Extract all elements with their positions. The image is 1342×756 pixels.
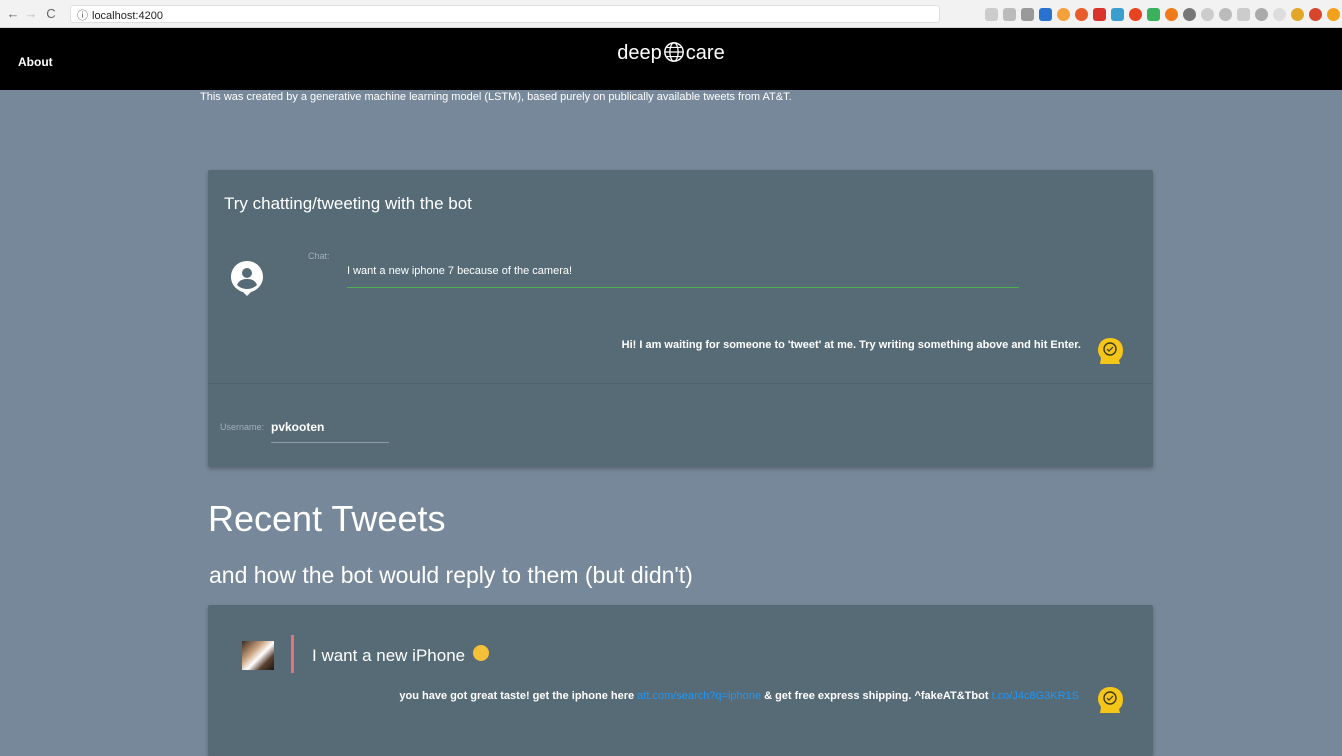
url-text: localhost:4200 <box>92 10 163 22</box>
chat-label: Chat: <box>308 251 330 261</box>
forward-icon[interactable]: → <box>24 6 38 21</box>
username-label: Username: <box>220 422 265 432</box>
back-icon[interactable]: ← <box>6 6 20 21</box>
tweet-card: I want a new iPhone you have got great t… <box>208 605 1153 756</box>
tweet-text: I want a new iPhone <box>312 646 466 665</box>
page-description: This was created by a generative machine… <box>200 91 792 103</box>
reload-icon[interactable]: C <box>44 6 58 21</box>
reply-link-short[interactable]: t.co/J4c8G3KR1S <box>992 690 1079 702</box>
extension-icon[interactable] <box>1057 7 1070 21</box>
extension-icon[interactable] <box>1327 7 1340 21</box>
username-input[interactable] <box>271 415 389 443</box>
extension-icon[interactable] <box>1147 7 1160 21</box>
extension-icon[interactable] <box>1165 7 1178 21</box>
extension-icon[interactable] <box>1273 7 1286 21</box>
bot-message: Hi! I am waiting for someone to 'tweet' … <box>621 339 1081 351</box>
star-icon[interactable] <box>1003 7 1016 21</box>
extension-icon[interactable] <box>1111 7 1124 21</box>
extension-icon[interactable] <box>1219 7 1232 21</box>
extension-icon[interactable] <box>1255 7 1268 21</box>
tweet-quote-bar <box>291 635 294 673</box>
chat-card-title: Try chatting/tweeting with the bot <box>224 194 472 213</box>
bot-reply: you have got great taste! get the iphone… <box>399 690 1079 702</box>
extension-icon[interactable] <box>1309 7 1322 21</box>
disappointed-face-icon <box>472 645 489 661</box>
globe-icon <box>663 42 684 62</box>
recent-tweets-subheading: and how the bot would reply to them (but… <box>209 562 693 588</box>
logo-text-right: care <box>685 42 725 64</box>
recent-tweets-heading: Recent Tweets <box>208 498 446 539</box>
extension-icon[interactable] <box>1291 7 1304 21</box>
extension-icon[interactable] <box>1183 7 1196 21</box>
tweet-text-row: I want a new iPhone <box>312 645 489 666</box>
extension-icon[interactable] <box>1237 7 1250 21</box>
extension-icon[interactable] <box>1075 7 1088 21</box>
browser-toolbar: ← → C ⓘ localhost:4200 <box>0 0 1342 28</box>
cast-icon[interactable] <box>1021 7 1034 21</box>
card-divider <box>208 383 1153 384</box>
reply-link-search[interactable]: att.com/search?q=iphone <box>637 690 761 702</box>
extension-icon[interactable] <box>1201 7 1214 21</box>
user-pin-icon <box>231 261 263 296</box>
tweet-avatar <box>242 641 274 670</box>
app-header: About deep care <box>0 28 1342 90</box>
logo-text-left: deep <box>617 42 662 64</box>
zoom-icon[interactable] <box>985 7 998 21</box>
chat-input[interactable] <box>347 260 1019 288</box>
bot-head-icon <box>1098 687 1123 713</box>
reply-prefix: you have got great taste! get the iphone… <box>399 690 638 702</box>
extension-icon[interactable] <box>1093 7 1106 21</box>
extensions-bar <box>985 6 1340 22</box>
bot-head-icon <box>1098 338 1123 364</box>
extension-icon[interactable] <box>1129 7 1142 21</box>
chat-card: Try chatting/tweeting with the bot Chat:… <box>208 170 1153 467</box>
address-bar[interactable]: ⓘ localhost:4200 <box>70 5 940 23</box>
logo: deep care <box>0 41 1342 65</box>
extension-icon[interactable] <box>1039 7 1052 21</box>
info-icon[interactable]: ⓘ <box>77 10 88 22</box>
reply-middle: & get free express shipping. ^fakeAT&Tbo… <box>761 690 992 702</box>
